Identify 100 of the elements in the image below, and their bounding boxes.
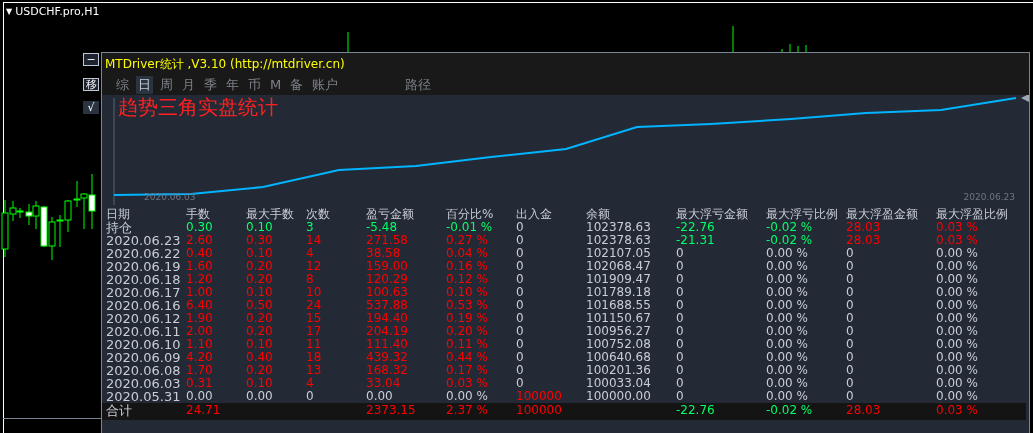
table-cell-text: 0 xyxy=(846,351,855,364)
candlestick xyxy=(732,25,734,53)
table-cell-text: 0.10 xyxy=(246,286,274,299)
table-cell-text: 8 xyxy=(306,273,315,286)
tab[interactable]: 备 xyxy=(288,76,306,94)
column-header: 最大手数 xyxy=(246,208,295,221)
table-cell-text: 合计 xyxy=(106,404,133,417)
table-cell-text: 0.00 % xyxy=(446,390,489,403)
table-cell-text: 0 xyxy=(846,390,855,403)
tab[interactable]: 年 xyxy=(224,76,241,94)
table-cell-text: 271.58 xyxy=(366,234,409,247)
table-cell-text: 15 xyxy=(306,312,323,325)
table-cell-text: 100.63 xyxy=(366,286,409,299)
table-cell-text: 28.03 xyxy=(846,404,882,417)
table-cell-text: 2020.06.08 xyxy=(106,364,182,377)
table-cell-text: 2.60 xyxy=(186,234,214,247)
column-header: 最大浮亏金额 xyxy=(676,208,749,221)
table-cell-text: 102107.05 xyxy=(586,247,652,260)
tab[interactable]: M xyxy=(268,76,284,94)
table-cell-text: -0.02 % xyxy=(766,221,814,234)
table-cell-text: 0.53 % xyxy=(446,299,489,312)
table-cell-text: 13 xyxy=(306,364,323,377)
table-cell-text: 0 xyxy=(846,247,855,260)
table-cell-text: 168.32 xyxy=(366,364,409,377)
candlestick xyxy=(347,31,349,53)
table-cell-text: 0 xyxy=(306,390,315,403)
table-cell-text: 0 xyxy=(676,364,685,377)
table-cell-text: 18 xyxy=(306,351,323,364)
table-cell-text: 0.00 % xyxy=(766,286,809,299)
table-cell-text: 204.19 xyxy=(366,325,409,338)
tab[interactable]: 季 xyxy=(202,76,219,94)
table-cell-text: 0.00 % xyxy=(936,351,979,364)
table-cell-text: 0 xyxy=(676,247,685,260)
table-cell-text: 2.00 xyxy=(186,325,214,338)
table-cell-text: 38.58 xyxy=(366,247,402,260)
table-cell-text: 0.20 xyxy=(246,260,274,273)
tab[interactable]: 综 xyxy=(114,76,131,94)
tab[interactable]: 日 xyxy=(136,76,153,94)
table-cell-text: 0.00 % xyxy=(766,273,809,286)
table-cell-text: 0.04 % xyxy=(446,247,489,260)
table-cell-text: 0 xyxy=(846,312,855,325)
table-cell-text: 0 xyxy=(516,286,525,299)
table-cell-text: 100000 xyxy=(516,390,563,403)
table-cell-text: 3 xyxy=(306,221,315,234)
table-cell-text: 0 xyxy=(676,273,685,286)
path-tab[interactable]: 路径 xyxy=(403,76,434,94)
table-cell-text: 2020.06.03 xyxy=(106,377,182,390)
column-header: 盈亏金额 xyxy=(366,208,415,221)
table-cell-text: 100640.68 xyxy=(586,351,652,364)
table-cell-text: 1.90 xyxy=(186,312,214,325)
table-cell-text: 0.40 xyxy=(186,247,214,260)
table-cell-text: 100000.00 xyxy=(586,390,652,403)
table-cell-text: 2020.06.17 xyxy=(106,286,182,299)
table-cell-text: 0 xyxy=(516,234,525,247)
table-cell-text: 194.40 xyxy=(366,312,409,325)
table-cell-text: 0.10 % xyxy=(446,286,489,299)
table-cell-text: 0 xyxy=(516,338,525,351)
side-button[interactable]: √ xyxy=(83,101,99,114)
table-cell-text: 0.20 xyxy=(246,364,274,377)
table-cell-text: 0 xyxy=(846,286,855,299)
table-cell-text: 0 xyxy=(676,286,685,299)
column-header: 最大浮盈比例 xyxy=(936,208,1009,221)
column-header: 百分比% xyxy=(446,208,495,221)
table-cell-text: -0.02 % xyxy=(766,404,814,417)
table-cell-text: 100956.27 xyxy=(586,325,652,338)
column-header: 最大浮亏比例 xyxy=(766,208,839,221)
table-cell-text: -22.76 xyxy=(676,221,716,234)
chart-symbol: USDCHF.pro,H1 xyxy=(15,5,100,18)
table-cell-text: 0.00 xyxy=(246,390,274,403)
column-header: 最大浮盈金额 xyxy=(846,208,919,221)
tab[interactable]: 币 xyxy=(246,76,263,94)
collapse-icon[interactable]: ▼ xyxy=(6,7,13,16)
column-header: 日期 xyxy=(106,208,131,221)
table-cell-text: 0.20 xyxy=(246,312,274,325)
table-cell-text: 0 xyxy=(846,338,855,351)
table-cell-text: 0.10 xyxy=(246,247,274,260)
table-cell-text: 0 xyxy=(516,299,525,312)
table-cell-text: 0 xyxy=(516,273,525,286)
table-cell-text: 24.71 xyxy=(186,404,222,417)
table-cell-text: 101909.47 xyxy=(586,273,652,286)
table-cell-text: 0.00 % xyxy=(766,364,809,377)
tab[interactable]: 周 xyxy=(158,76,175,94)
table-cell-text: 120.29 xyxy=(366,273,409,286)
side-button[interactable]: 移 xyxy=(83,78,99,91)
table-cell-text: 0 xyxy=(516,247,525,260)
table-cell-text: 2020.06.09 xyxy=(106,351,182,364)
table-cell-text: 0.20 % xyxy=(446,325,489,338)
table-cell-text: 6.40 xyxy=(186,299,214,312)
table-cell-text: 0 xyxy=(846,377,855,390)
table-cell-text: 24 xyxy=(306,299,323,312)
table-cell-text: -0.02 % xyxy=(766,234,814,247)
table-cell-text: 0.30 xyxy=(186,221,214,234)
table-cell-text: 2.37 % xyxy=(446,404,489,417)
tab[interactable]: 账户 xyxy=(310,76,341,94)
tab[interactable]: 月 xyxy=(180,76,197,94)
table-cell-text: 0.00 % xyxy=(936,260,979,273)
side-button[interactable]: − xyxy=(83,53,99,66)
table-cell-text: 28.03 xyxy=(846,221,882,234)
table-cell-text: 2373.15 xyxy=(366,404,417,417)
table-cell-text: 4 xyxy=(306,247,315,260)
